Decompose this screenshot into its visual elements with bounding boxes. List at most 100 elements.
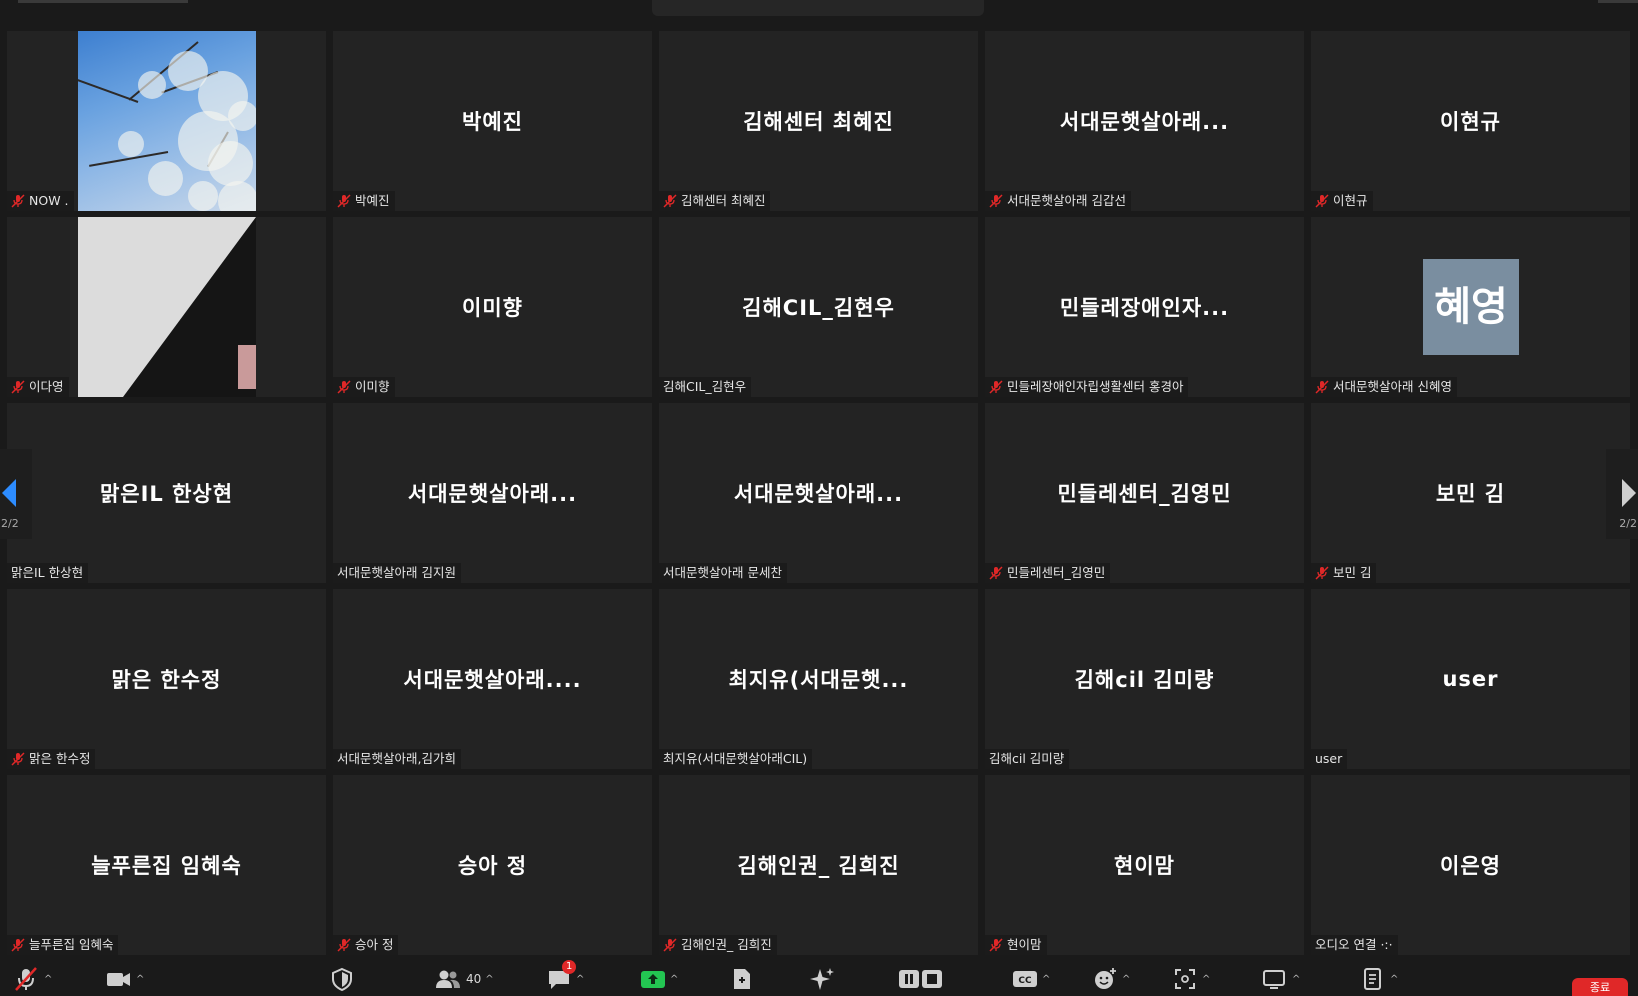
page-indicator-right: 2/2	[1619, 517, 1637, 530]
recording-controls[interactable]	[898, 966, 944, 992]
participant-tile[interactable]: 민들레장애인자... 민들레장애인자립생활센터 홍경아	[985, 217, 1304, 397]
share-screen-button[interactable]: ^	[640, 966, 678, 992]
view-button[interactable]: ^	[1262, 966, 1300, 992]
top-right-bar	[1598, 0, 1638, 3]
focus-caret[interactable]: ^	[1202, 974, 1210, 985]
reactions-caret[interactable]: ^	[1122, 974, 1130, 985]
participant-tile[interactable]: 보민 김 보민 김	[1311, 403, 1630, 583]
focus-mode-button[interactable]: ^	[1172, 966, 1210, 992]
participant-display-name: 최지유(서대문햇...	[728, 668, 909, 692]
participant-tile[interactable]: user user	[1311, 589, 1630, 769]
participant-tile[interactable]: 서대문햇살아래... 서대문햇살아래 문세찬	[659, 403, 978, 583]
participant-display-name: 맑은 한수정	[111, 668, 222, 692]
participant-tile[interactable]: 이미향 이미향	[333, 217, 652, 397]
microphone-muted-icon	[989, 194, 1003, 208]
participant-name-label: 맑은 한수정	[7, 749, 96, 769]
participant-tile[interactable]: 이은영오디오 연결 ·:·	[1311, 775, 1630, 955]
previous-page-button[interactable]: 2/2	[0, 449, 32, 539]
view-caret[interactable]: ^	[1292, 974, 1300, 985]
participant-tile[interactable]: 김해cil 김미량 김해cil 김미량	[985, 589, 1304, 769]
participant-name-label: NOW .	[7, 191, 74, 211]
participant-tile[interactable]: 김해인권_ 김희진 김해인권_ 김희진	[659, 775, 978, 955]
participant-label-text: 김해cil 김미량	[989, 751, 1065, 766]
captions-button[interactable]: CC ^	[1012, 966, 1050, 992]
microphone-muted-icon	[11, 752, 25, 766]
participant-label-text: 민들레장애인자립생활센터 홍경아	[1007, 379, 1184, 394]
participant-tile[interactable]: 이다영	[7, 217, 326, 397]
microphone-muted-icon	[337, 194, 351, 208]
reactions-button[interactable]: ^	[1092, 966, 1130, 992]
top-center-tab[interactable]	[652, 0, 984, 16]
participant-name-label: 김해CIL_김현우	[659, 377, 752, 397]
ai-companion-button[interactable]	[808, 966, 836, 992]
participant-tile[interactable]: NOW .	[7, 31, 326, 211]
security-button[interactable]	[330, 966, 354, 992]
notes-icon	[1364, 968, 1381, 990]
apps-button[interactable]	[730, 966, 754, 992]
participant-display-name: 서대문햇살아래...	[1059, 110, 1230, 134]
microphone-muted-icon	[989, 938, 1003, 952]
participant-tile[interactable]: 맑은IL 한상현 맑은IL 한상현	[7, 403, 326, 583]
participant-tile[interactable]: 최지유(서대문햇... 최지유(서대문햇살아래CIL)	[659, 589, 978, 769]
participants-button[interactable]: 40 ^	[434, 966, 494, 992]
video-options-caret[interactable]: ^	[136, 974, 144, 985]
microphone-muted-icon	[663, 938, 677, 952]
microphone-muted-icon	[15, 967, 37, 991]
participant-label-text: 맑은IL 한상현	[11, 565, 84, 580]
participant-label-text: 서대문햇살아래 김갑선	[1007, 193, 1126, 208]
participant-label-text: user	[1315, 751, 1343, 766]
participant-tile[interactable]: 현이맘 현이맘	[985, 775, 1304, 955]
participant-display-name: 현이맘	[1114, 854, 1175, 878]
participant-display-name: user	[1442, 667, 1499, 691]
participant-name-label: 서대문햇살아래 김지원	[333, 563, 461, 583]
end-meeting-button[interactable]: 종료	[1572, 978, 1628, 996]
participant-name-label: 오디오 연결 ·:·	[1311, 935, 1398, 955]
participant-tile[interactable]: 서대문햇살아래... 서대문햇살아래 김갑선	[985, 31, 1304, 211]
captions-caret[interactable]: ^	[1042, 974, 1050, 985]
participant-label-text: 민들레센터_김영민	[1007, 565, 1106, 580]
chat-caret[interactable]: ^	[576, 974, 584, 985]
participant-name-label: 서대문햇살아래,김가희	[333, 749, 461, 769]
participant-label-text: 김해센터 최혜진	[681, 193, 766, 208]
next-page-button[interactable]: 2/2	[1606, 449, 1638, 539]
chat-unread-badge: 1	[562, 960, 577, 974]
participant-display-name: 김해인권_ 김희진	[737, 854, 900, 878]
participant-tile[interactable]: 서대문햇살아래.... 서대문햇살아래,김가희	[333, 589, 652, 769]
participant-tile[interactable]: 혜영 서대문햇살아래 신혜영	[1311, 217, 1630, 397]
chat-button[interactable]: 1 ^	[546, 960, 584, 992]
pause-stop-icon	[899, 970, 942, 988]
participant-tile[interactable]: 승아 정 승아 정	[333, 775, 652, 955]
participant-tile[interactable]: 박예진 박예진	[333, 31, 652, 211]
participant-label-text: 이현규	[1333, 193, 1368, 208]
participant-label-text: 최지유(서대문햇살아래CIL)	[663, 751, 808, 766]
participant-name-label: 김해cil 김미량	[985, 749, 1070, 769]
share-caret[interactable]: ^	[670, 974, 678, 985]
participants-caret[interactable]: ^	[485, 974, 493, 985]
participant-tile[interactable]: 서대문햇살아래... 서대문햇살아래 김지원	[333, 403, 652, 583]
participant-name-label: 늘푸른집 임혜숙	[7, 935, 119, 955]
participant-tile[interactable]: 민들레센터_김영민 민들레센터_김영민	[985, 403, 1304, 583]
participant-display-name: 서대문햇살아래....	[403, 668, 582, 692]
participant-tile[interactable]: 맑은 한수정 맑은 한수정	[7, 589, 326, 769]
participant-label-text: 늘푸른집 임혜숙	[29, 937, 114, 952]
mute-button[interactable]: ^	[12, 966, 52, 992]
participant-tile[interactable]: 이현규 이현규	[1311, 31, 1630, 211]
participant-name-label: 보민 김	[1311, 563, 1377, 583]
participant-name-label: 서대문햇살아래 김갑선	[985, 191, 1131, 211]
notes-caret[interactable]: ^	[1390, 974, 1398, 985]
participant-name-label: 이미향	[333, 377, 395, 397]
participant-label-text: NOW .	[29, 193, 69, 208]
audio-options-caret[interactable]: ^	[44, 974, 52, 985]
participant-label-text: 현이맘	[1007, 937, 1042, 952]
participant-tile[interactable]: 늘푸른집 임혜숙 늘푸른집 임혜숙	[7, 775, 326, 955]
participant-display-name: 김해cil 김미량	[1074, 668, 1215, 692]
notes-button[interactable]: ^	[1360, 966, 1398, 992]
video-button[interactable]: ^	[104, 966, 144, 992]
arrow-right-icon	[1622, 479, 1636, 507]
participant-tile[interactable]: 김해센터 최혜진 김해센터 최혜진	[659, 31, 978, 211]
participant-tile[interactable]: 김해CIL_김현우 김해CIL_김현우	[659, 217, 978, 397]
participant-label-text: 김해인권_ 김희진	[681, 937, 772, 952]
participant-name-label: 맑은IL 한상현	[7, 563, 89, 583]
participant-name-label: 서대문햇살아래 신혜영	[1311, 377, 1457, 397]
participant-display-name: 이은영	[1440, 854, 1501, 878]
